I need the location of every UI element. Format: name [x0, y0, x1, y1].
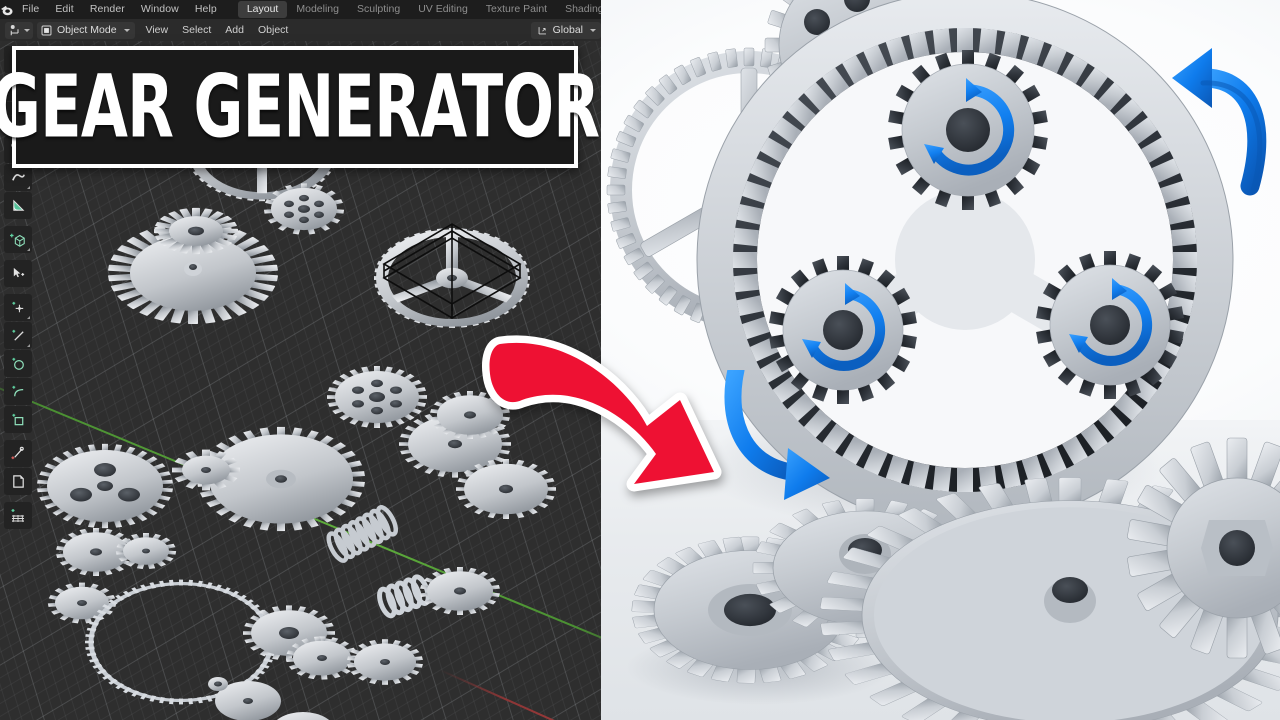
menu-edit[interactable]: Edit	[47, 0, 82, 19]
offset-page-tool[interactable]	[3, 468, 32, 495]
red-curved-arrow	[452, 322, 752, 547]
add-cube-tool[interactable]	[4, 226, 32, 253]
editor-type-icon[interactable]	[5, 21, 33, 39]
add-grid-tool[interactable]	[4, 502, 32, 529]
viewport-menu-add[interactable]: Add	[218, 22, 251, 39]
mode-selector[interactable]: Object Mode	[37, 21, 135, 39]
add-circle-tool[interactable]	[4, 350, 32, 377]
viewport-menu-object[interactable]: Object	[251, 22, 295, 39]
vp-gear-lower-right-b	[420, 567, 500, 615]
mode-label: Object Mode	[57, 24, 117, 36]
transform-orientation-label: Global	[552, 24, 583, 36]
workspace-tabs[interactable]: Layout Modeling Sculpting UV Editing Tex…	[237, 1, 601, 18]
tab-uv-editing[interactable]: UV Editing	[409, 1, 477, 18]
vp-gear-perforated	[327, 366, 427, 428]
top-menu-bar[interactable]: File Edit Render Window Help Layout Mode…	[0, 0, 601, 19]
viewport-menu-view[interactable]: View	[139, 22, 176, 39]
chevron-down-icon	[123, 28, 130, 32]
page-title: GEAR GENERATOR	[0, 55, 600, 158]
add-rectangle-tool[interactable]	[3, 406, 32, 433]
transform-orientation-icon	[536, 24, 549, 37]
blender-logo-icon[interactable]	[0, 0, 14, 19]
screenshot-root: { "app": { "name": "Blender", "logo_icon…	[0, 0, 1280, 720]
transform-orientation-selector[interactable]: Global	[530, 21, 601, 39]
add-arc-tool[interactable]	[3, 378, 32, 405]
menu-help[interactable]: Help	[187, 0, 225, 19]
menu-render[interactable]: Render	[82, 0, 133, 19]
vp-gear-pair-bottom-c	[347, 639, 423, 685]
tab-layout[interactable]: Layout	[237, 1, 288, 18]
vp-gear-small-lower-b	[47, 582, 117, 624]
vp-disc-large-2	[271, 712, 335, 720]
trim-scissors-tool[interactable]	[4, 440, 32, 467]
chevron-down-icon	[24, 28, 30, 32]
vp-gear-triple-cluster	[37, 443, 173, 529]
select-move-tool[interactable]	[4, 260, 32, 287]
chevron-down-icon	[590, 28, 596, 32]
vp-gear-small-1	[263, 183, 345, 235]
viewport-tool-header[interactable]: Object Mode View Select Add Object Globa…	[0, 19, 601, 41]
vp-selection-bbox	[382, 223, 522, 319]
title-banner: GEAR GENERATOR	[0, 46, 600, 168]
bezier-curve-tool[interactable]	[3, 164, 32, 191]
add-line-tool[interactable]	[4, 322, 32, 349]
vp-disc-small-1	[208, 677, 229, 691]
vp-gear-selected	[374, 223, 530, 328]
blue-rotation-arrow-top-right	[1150, 36, 1280, 226]
tab-texture-paint[interactable]: Texture Paint	[477, 1, 556, 18]
tab-sculpting[interactable]: Sculpting	[348, 1, 409, 18]
viewport-menu-select[interactable]: Select	[175, 22, 218, 39]
menu-file[interactable]: File	[14, 0, 47, 19]
tab-modeling[interactable]: Modeling	[287, 1, 348, 18]
menu-window[interactable]: Window	[133, 0, 187, 19]
add-point-tool[interactable]	[4, 294, 32, 321]
protractor-tool[interactable]	[4, 192, 32, 219]
vp-worm-gear	[326, 505, 399, 563]
tab-shading[interactable]: Shading	[556, 1, 601, 18]
object-mode-icon	[40, 24, 53, 37]
